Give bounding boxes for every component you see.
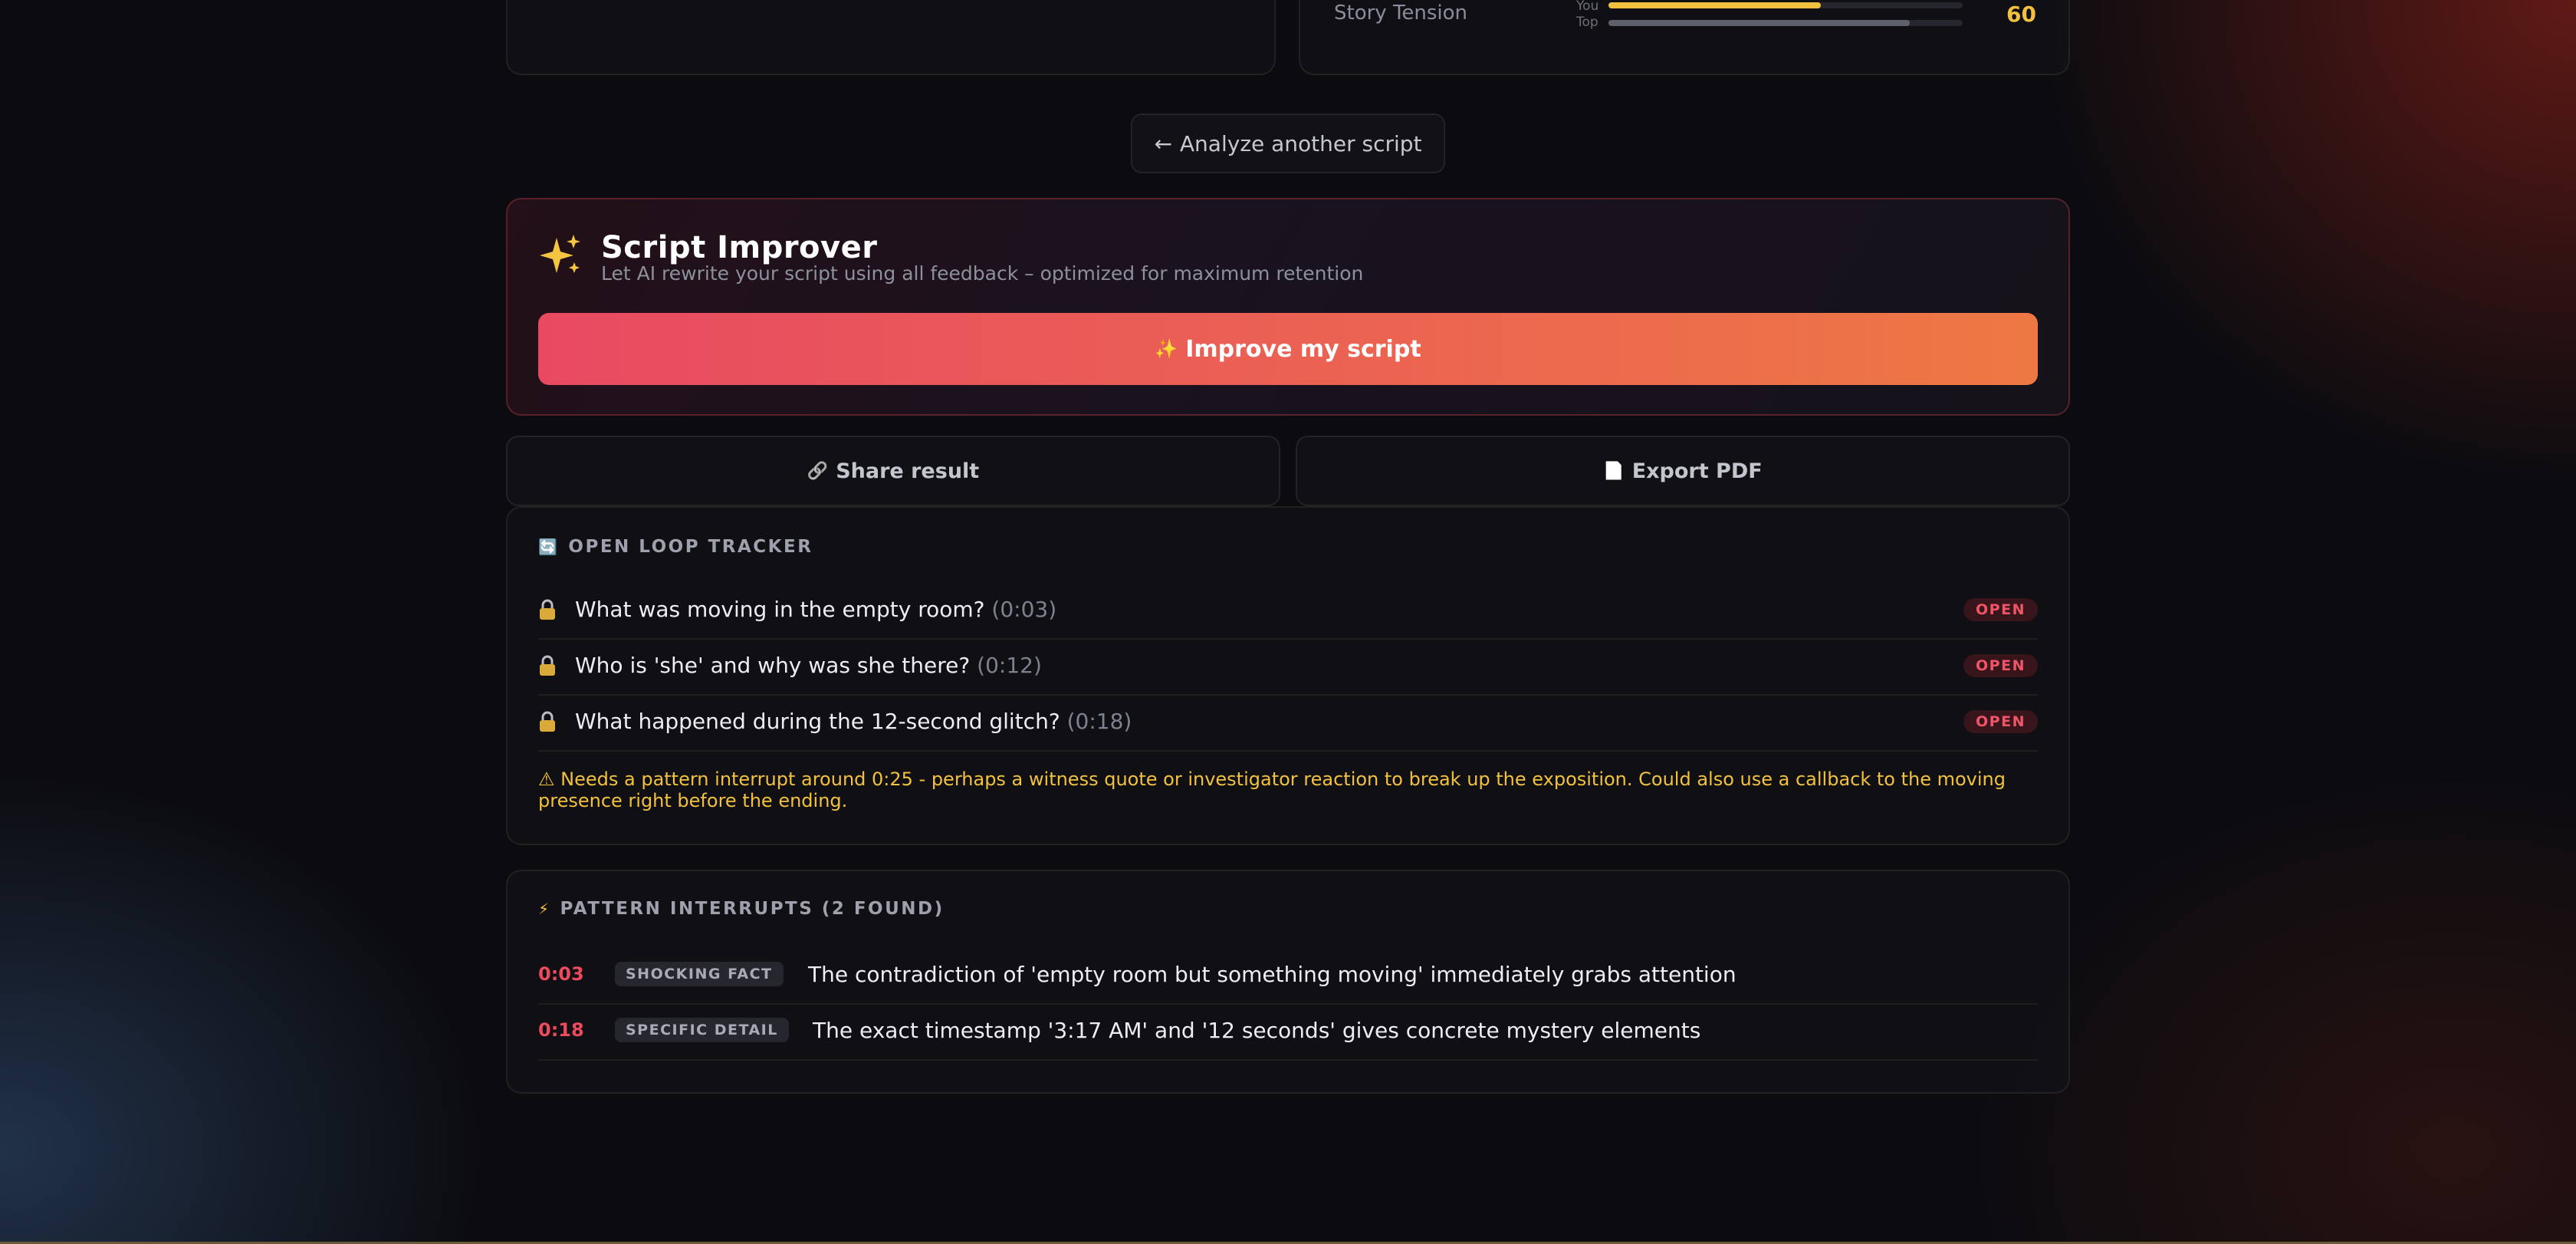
pattern-interrupts-header: ⚡ PATTERN INTERRUPTS (2 FOUND) <box>538 899 945 919</box>
metric-card-story-tension: Story Tension You Top 60 <box>1299 0 2070 75</box>
open-loop-tracker-header: 🔄 OPEN LOOP TRACKER <box>538 537 813 557</box>
pattern-interrupts-card: ⚡ PATTERN INTERRUPTS (2 FOUND) 0:03 SHOC… <box>506 870 2070 1094</box>
export-button-label: Export PDF <box>1631 459 1763 483</box>
open-loop-item: What happened during the 12-second glitc… <box>538 695 2038 752</box>
lightning-icon: ⚡ <box>538 900 551 918</box>
script-improver-card: Script Improver Let AI rewrite your scri… <box>506 198 2070 416</box>
improver-title: Script Improver <box>601 230 878 265</box>
you-bar-label: You <box>1576 0 1599 14</box>
link-icon: 🔗 <box>807 461 829 481</box>
metric-label: Story Tension <box>1334 2 1468 25</box>
share-result-button[interactable]: 🔗 Share result <box>506 436 1280 506</box>
pattern-interrupts-title: PATTERN INTERRUPTS (2 FOUND) <box>560 899 945 919</box>
share-button-label: Share result <box>836 459 980 483</box>
open-loop-tracker-card: 🔄 OPEN LOOP TRACKER What was moving in t… <box>506 506 2070 845</box>
export-pdf-button[interactable]: 📄 Export PDF <box>1296 436 2070 506</box>
interrupt-type-tag: SPECIFIC DETAIL <box>615 1018 789 1042</box>
document-icon: 📄 <box>1603 461 1625 481</box>
open-loop-tracker-title: OPEN LOOP TRACKER <box>568 537 813 557</box>
open-loop-time: (0:03) <box>991 597 1057 622</box>
improver-subtitle: Let AI rewrite your script using all fee… <box>601 262 1364 285</box>
open-loop-item: Who is 'she' and why was she there? (0:1… <box>538 639 2038 696</box>
metric-score: 60 <box>2006 2 2036 27</box>
sparkle-icon: ✨ <box>1155 338 1178 360</box>
analyze-button-label: Analyze another script <box>1179 130 1422 156</box>
lock-icon <box>540 599 555 620</box>
improve-my-script-button[interactable]: ✨ Improve my script <box>538 313 2038 385</box>
sparkles-icon <box>540 235 580 273</box>
you-bar-fill <box>1608 2 1822 8</box>
interrupt-timestamp: 0:18 <box>538 1019 584 1041</box>
analyze-another-script-button[interactable]: ← Analyze another script <box>1131 114 1445 173</box>
interrupt-type-tag: SHOCKING FACT <box>615 962 784 986</box>
open-loop-time: (0:12) <box>977 653 1042 678</box>
lock-icon <box>540 655 555 676</box>
top-bar-fill <box>1608 20 1910 26</box>
open-loop-time: (0:18) <box>1066 709 1132 734</box>
you-bar-track <box>1608 2 1963 8</box>
status-badge: OPEN <box>1963 654 2038 677</box>
open-loop-warning: ⚠ Needs a pattern interrupt around 0:25 … <box>538 768 2006 811</box>
top-bar-track <box>1608 20 1963 26</box>
loop-icon: 🔄 <box>538 538 560 556</box>
status-badge: OPEN <box>1963 598 2038 621</box>
improve-button-label: Improve my script <box>1185 335 1421 363</box>
interrupt-timestamp: 0:03 <box>538 963 584 985</box>
open-loop-item: What was moving in the empty room? (0:03… <box>538 583 2038 640</box>
open-loop-question: Who is 'she' and why was she there? (0:1… <box>575 653 1042 678</box>
arrow-left-icon: ← <box>1154 130 1172 156</box>
interrupt-description: The exact timestamp '3:17 AM' and '12 se… <box>813 1018 1701 1043</box>
open-loop-question: What was moving in the empty room? (0:03… <box>575 597 1057 622</box>
lock-icon <box>540 711 555 732</box>
status-badge: OPEN <box>1963 710 2038 733</box>
top-bar-label: Top <box>1576 15 1598 30</box>
open-loop-question: What happened during the 12-second glitc… <box>575 709 1132 734</box>
summary-card-left <box>506 0 1276 75</box>
interrupt-description: The contradiction of 'empty room but som… <box>808 962 1737 987</box>
pattern-interrupt-item: 0:18 SPECIFIC DETAIL The exact timestamp… <box>538 1004 2038 1061</box>
pattern-interrupt-item: 0:03 SHOCKING FACT The contradiction of … <box>538 948 2038 1005</box>
